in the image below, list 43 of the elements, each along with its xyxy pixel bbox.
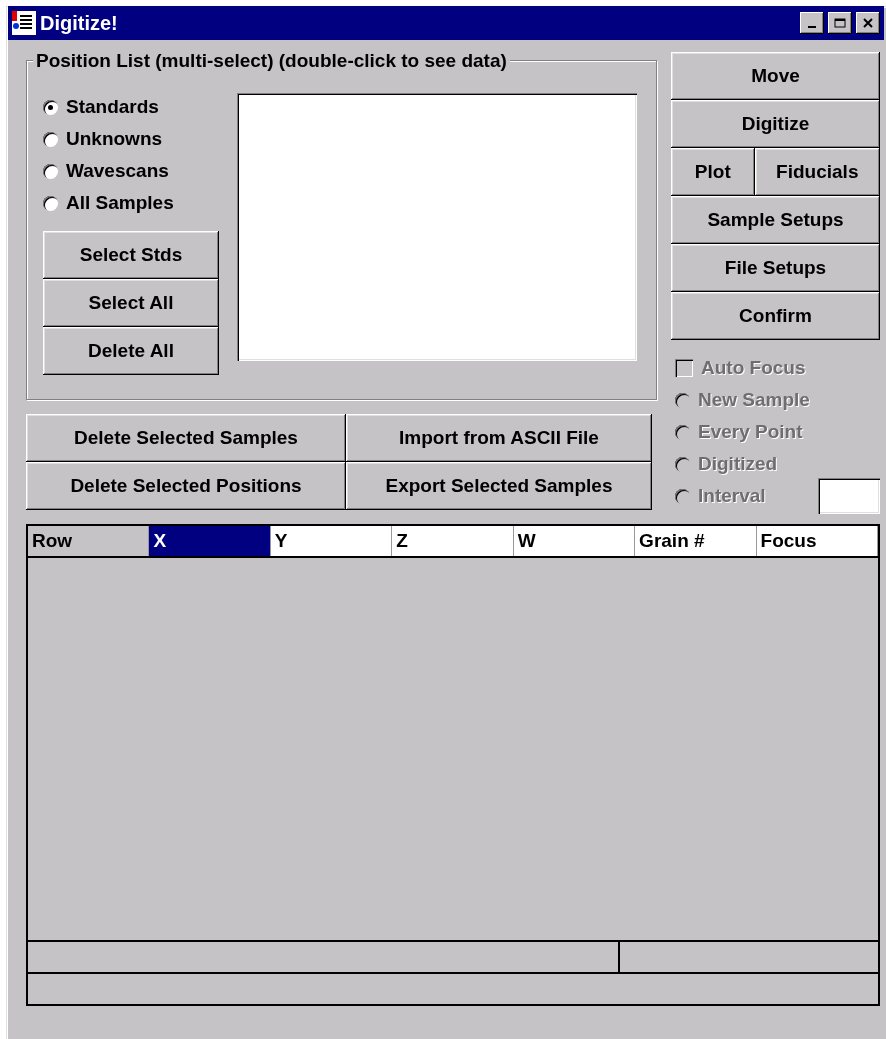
radio-button[interactable] xyxy=(43,131,58,147)
maximize-icon xyxy=(834,18,846,28)
interval-field[interactable] xyxy=(818,478,880,514)
radio-label: Every Point xyxy=(698,419,803,444)
column-header[interactable]: Z xyxy=(392,526,514,556)
column-header[interactable]: Row xyxy=(28,526,150,556)
radio-label: Interval xyxy=(698,483,766,508)
radio-label: Standards xyxy=(66,94,159,119)
action-button[interactable]: Import from ASCII File xyxy=(346,414,652,462)
action-button[interactable]: Fiducials xyxy=(754,148,880,196)
close-button[interactable] xyxy=(856,12,880,34)
action-button[interactable]: Delete Selected Positions xyxy=(26,462,346,510)
radio-label: Digitized xyxy=(698,451,778,476)
column-header[interactable]: W xyxy=(513,526,636,556)
action-button[interactable]: Delete All xyxy=(43,327,219,375)
app-icon xyxy=(12,11,36,35)
action-button[interactable]: Select All xyxy=(43,279,219,327)
action-button[interactable]: Export Selected Samples xyxy=(346,462,652,510)
action-button[interactable]: Move xyxy=(671,52,880,100)
column-header[interactable]: Y xyxy=(270,526,393,556)
minimize-icon xyxy=(808,26,816,28)
radio-label: New Sample xyxy=(698,387,810,412)
action-button[interactable]: Plot xyxy=(671,148,755,196)
close-icon xyxy=(863,18,873,28)
radio-button[interactable] xyxy=(43,163,58,179)
window-title: Digitize! xyxy=(40,11,118,36)
checkbox-label: Auto Focus xyxy=(701,355,806,380)
action-button[interactable]: Digitize xyxy=(671,100,880,148)
radio-button[interactable] xyxy=(43,195,58,211)
maximize-button[interactable] xyxy=(828,12,852,34)
action-button[interactable]: Delete Selected Samples xyxy=(26,414,346,462)
column-header[interactable]: Focus xyxy=(756,526,878,556)
column-header[interactable]: X xyxy=(149,526,271,556)
radio-label: Unknowns xyxy=(66,126,163,151)
column-header[interactable]: Grain # xyxy=(635,526,757,556)
radio-button[interactable] xyxy=(43,99,58,115)
action-button[interactable]: Sample Setups xyxy=(671,196,880,244)
action-button[interactable]: File Setups xyxy=(671,244,880,292)
minimize-button[interactable] xyxy=(800,12,824,34)
radio-label: All Samples xyxy=(66,190,174,215)
action-button[interactable]: Select Stds xyxy=(43,231,219,279)
action-button[interactable]: Confirm xyxy=(671,292,880,340)
radio-label: Wavescans xyxy=(66,158,169,183)
